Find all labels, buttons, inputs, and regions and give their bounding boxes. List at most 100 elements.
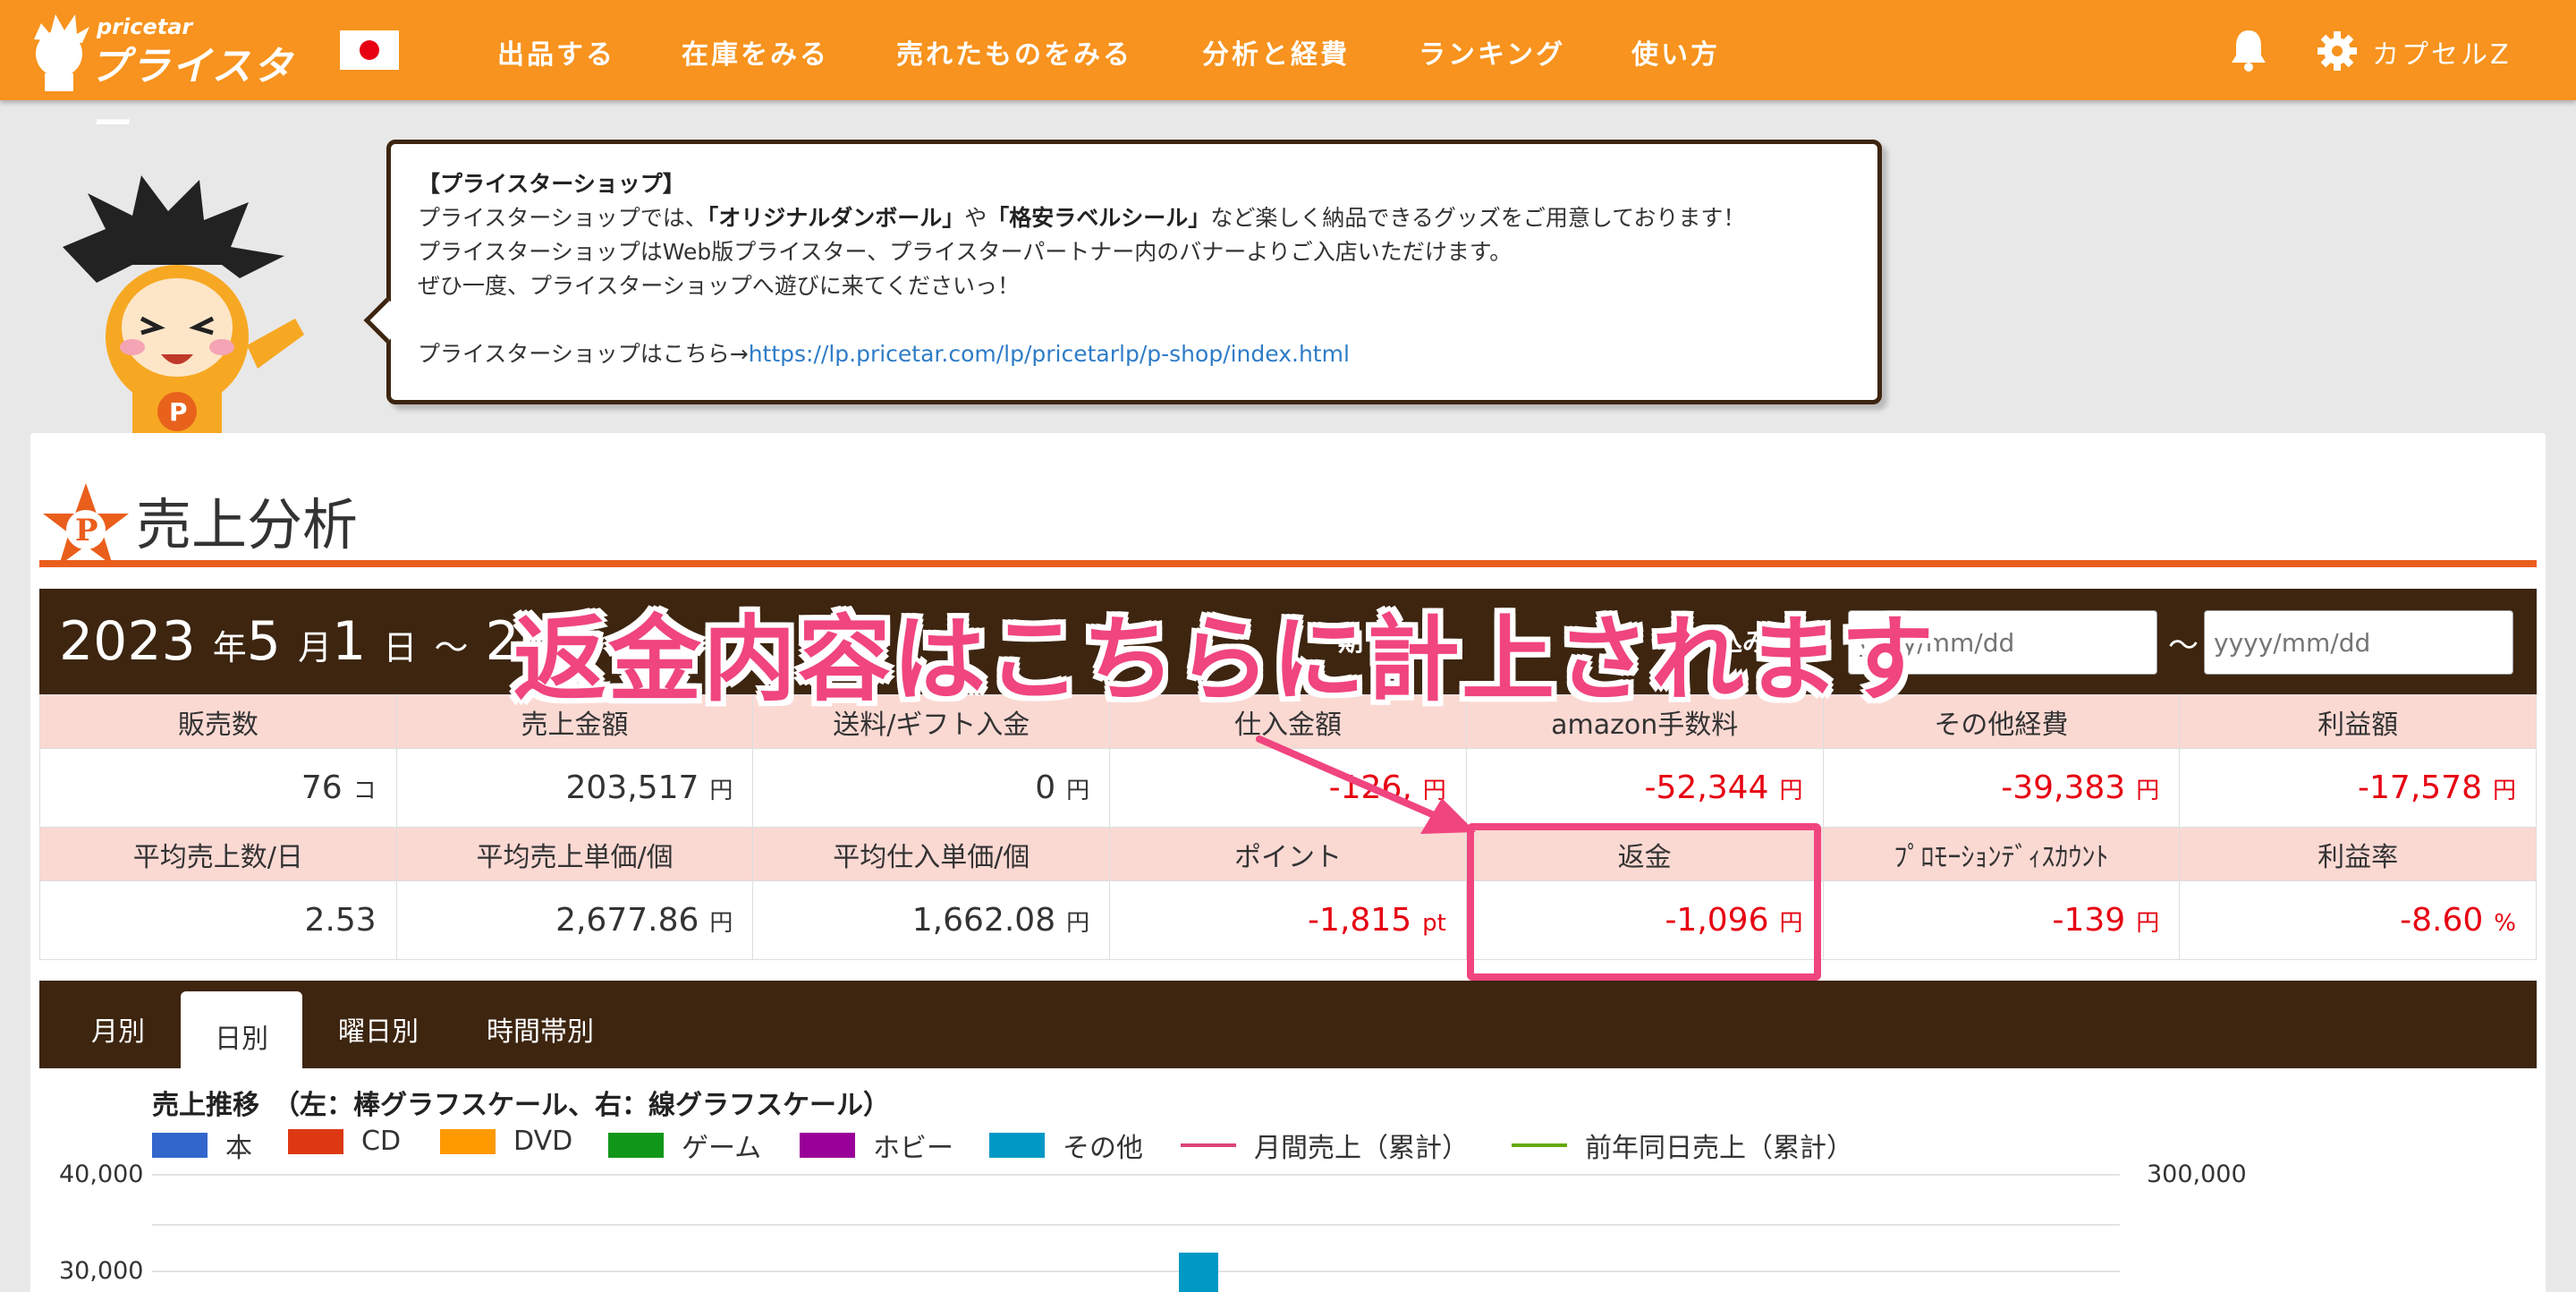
user-menu[interactable]: カプセルZ xyxy=(2372,32,2512,72)
notice-text: や xyxy=(964,205,987,231)
stat-value: 203,517 xyxy=(565,769,699,806)
stat-header: 平均売上単価/個 xyxy=(395,827,754,881)
chart-gridline xyxy=(152,1224,2120,1226)
stat-header: ﾌﾟﾛﾓｰｼｮﾝﾃﾞｨｽｶｳﾝﾄ xyxy=(1822,827,2181,881)
legend-label: 本 xyxy=(225,1133,252,1164)
gear-icon[interactable] xyxy=(2317,30,2358,72)
notice-emphasis: 「オリジナルダンボール」 xyxy=(707,205,965,231)
date-unit: 日 xyxy=(383,628,418,667)
stat-unit: 円 xyxy=(2492,778,2516,804)
tab-daily[interactable]: 日別 xyxy=(181,991,302,1068)
bell-icon[interactable] xyxy=(2229,27,2268,72)
mascot-illustration: P xyxy=(63,175,304,435)
stat-unit: 円 xyxy=(2136,910,2160,937)
stat-unit: % xyxy=(2494,910,2516,937)
nav-ranking[interactable]: ランキング xyxy=(1419,32,1565,72)
stat-avg-sales-per-day: 2.53 xyxy=(39,880,397,960)
pricetar-logo[interactable]: pricetar プライスター xyxy=(25,7,320,147)
legend-item[interactable]: 月間売上（累計） xyxy=(1181,1126,1469,1165)
legend-swatch xyxy=(608,1133,664,1158)
stat-unit: 円 xyxy=(1066,910,1090,937)
legend-swatch xyxy=(989,1133,1045,1158)
stat-promotion-discount: -139 円 xyxy=(1822,880,2181,960)
legend-item[interactable]: DVD xyxy=(440,1126,572,1157)
date-unit: 年 xyxy=(212,628,247,667)
stat-header: 利益額 xyxy=(2179,694,2537,749)
stat-value: -17,578 xyxy=(2358,769,2482,806)
svg-text:P: P xyxy=(75,513,98,548)
legend-label: CD xyxy=(361,1126,402,1157)
legend-label: ホビー xyxy=(873,1133,953,1164)
notice-line-1: プライスターショップでは、「オリジナルダンボール」や「格安ラベルシール」など楽し… xyxy=(418,201,1851,235)
stat-unit: 円 xyxy=(1066,778,1090,804)
stat-value: -1,815 xyxy=(1308,902,1412,939)
legend-item[interactable]: 前年同日売上（累計） xyxy=(1512,1126,1853,1165)
nav-sold-items[interactable]: 売れたものをみる xyxy=(896,32,1132,72)
stat-unit: コ xyxy=(352,778,377,804)
shop-link[interactable]: https://lp.pricetar.com/lp/pricetarlp/p-… xyxy=(749,341,1350,367)
stat-value: -8.60 xyxy=(2400,902,2484,939)
legend-swatch xyxy=(288,1128,343,1154)
p-star-icon: P xyxy=(43,483,129,565)
nav-analysis-expenses[interactable]: 分析と経費 xyxy=(1202,32,1350,72)
date-year: 2023 xyxy=(59,610,196,673)
refund-annotation: 返金内容はこちらに計上されます xyxy=(513,605,1936,714)
stat-value: -52,344 xyxy=(1644,769,1769,806)
date-unit: 月 xyxy=(298,628,333,667)
page-title: 売上分析 xyxy=(136,492,359,557)
notice-line-2: プライスターショップはWeb版プライスター、プライスターパートナー内のバナーより… xyxy=(418,239,1513,265)
tab-weekday[interactable]: 曜日別 xyxy=(338,1009,419,1049)
stat-amazon-fee: -52,344 円 xyxy=(1465,748,1824,828)
stat-other-expenses: -39,383 円 xyxy=(1822,748,2181,828)
svg-text:P: P xyxy=(169,397,188,427)
legend-label: 月間売上（累計） xyxy=(1254,1133,1469,1164)
stat-value: -39,383 xyxy=(2001,769,2126,806)
legend-swatch xyxy=(152,1133,208,1158)
legend-label: 前年同日売上（累計） xyxy=(1585,1133,1853,1164)
legend-item[interactable]: ゲーム xyxy=(608,1126,761,1165)
nav-inventory[interactable]: 在庫をみる xyxy=(682,32,829,72)
y-left-tick: 30,000 xyxy=(59,1257,144,1285)
refund-highlight-box xyxy=(1467,823,1821,981)
date-range-separator: ～ xyxy=(2168,628,2199,664)
stat-points: -1,815 pt xyxy=(1109,880,1467,960)
stat-header: 平均仕入単価/個 xyxy=(752,827,1111,881)
legend-label: その他 xyxy=(1063,1133,1143,1164)
legend-label: ゲーム xyxy=(682,1133,762,1164)
stat-sales-amount: 203,517 円 xyxy=(395,748,754,828)
japan-flag-icon[interactable] xyxy=(340,30,399,70)
notice-text: など楽しく納品できるグッズをご用意しております！ xyxy=(1210,205,1746,231)
tab-time-of-day[interactable]: 時間帯別 xyxy=(487,1009,594,1049)
legend-label: DVD xyxy=(513,1126,573,1157)
stat-header: 販売数 xyxy=(39,694,397,749)
nav-list-item[interactable]: 出品する xyxy=(497,32,615,72)
legend-item[interactable]: CD xyxy=(288,1126,401,1157)
legend-item[interactable]: その他 xyxy=(989,1126,1143,1165)
stat-value: 2.53 xyxy=(304,902,377,939)
stat-value: 2,677.86 xyxy=(555,902,699,939)
legend-item[interactable]: 本 xyxy=(152,1126,252,1165)
stat-unit: 円 xyxy=(709,910,733,937)
stat-value: -139 xyxy=(2052,902,2126,939)
stat-unit: pt xyxy=(1422,910,1446,937)
stat-sales-count: 76 コ xyxy=(39,748,397,828)
stat-value: 0 xyxy=(1035,769,1056,806)
nav-how-to-use[interactable]: 使い方 xyxy=(1631,32,1720,72)
stat-avg-sale-price: 2,677.86 円 xyxy=(395,880,754,960)
legend-swatch xyxy=(1181,1143,1236,1147)
stat-avg-purchase-price: 1,662.08 円 xyxy=(752,880,1111,960)
stat-unit: 円 xyxy=(709,778,733,804)
y-left-tick: 40,000 xyxy=(59,1160,144,1188)
period-tabs: 月別 日別 曜日別 時間帯別 xyxy=(39,981,2537,1068)
legend-swatch xyxy=(1512,1143,1567,1147)
date-to-input[interactable] xyxy=(2204,610,2513,675)
logo-title: プライスター xyxy=(89,44,294,147)
chart-title: 売上推移 （左：棒グラフスケール、右：線グラフスケール） xyxy=(152,1090,890,1121)
chart-gridline xyxy=(152,1174,2120,1176)
tab-monthly[interactable]: 月別 xyxy=(91,1009,145,1049)
notice-emphasis: 「格安ラベルシール」 xyxy=(987,205,1211,231)
legend-item[interactable]: ホビー xyxy=(800,1126,953,1165)
chart-bar-other xyxy=(1179,1253,1218,1292)
callout-arrow-icon xyxy=(1256,735,1476,834)
stat-unit: 円 xyxy=(1779,778,1803,804)
